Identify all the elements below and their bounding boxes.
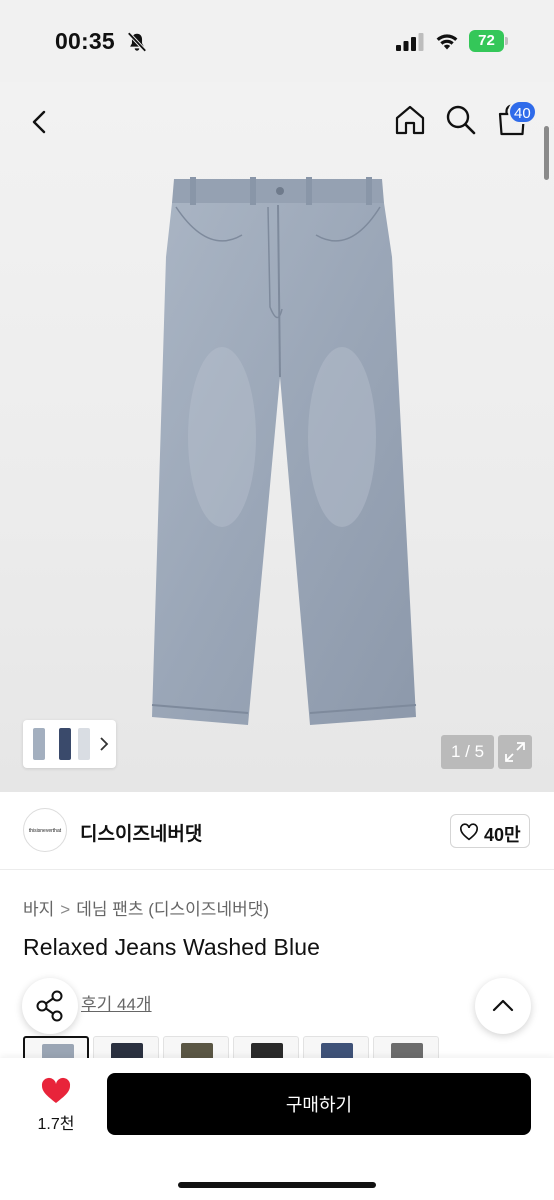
thumbnail-dark-indigo[interactable] (59, 728, 71, 760)
chevron-up-icon (492, 999, 514, 1012)
thumbnail-washed-blue[interactable] (33, 728, 45, 760)
reviews-link[interactable]: 후기 44개 (81, 990, 152, 1015)
color-swatch[interactable] (23, 1036, 89, 1058)
battery-level: 72 (469, 30, 504, 52)
breadcrumb-subcategory[interactable]: 데님 팬츠 (디스이즈네버댓) (76, 900, 269, 919)
status-bar: 00:35 72 (0, 0, 554, 82)
search-icon[interactable] (443, 102, 479, 138)
swatch-image (321, 1043, 353, 1058)
swatch-image (111, 1043, 143, 1058)
gallery-page-indicator: 1 / 5 (441, 735, 494, 769)
scroll-to-top-button[interactable] (475, 978, 531, 1034)
home-indicator[interactable] (178, 1182, 376, 1188)
wishlist-count: 1.7천 (37, 1116, 75, 1133)
scrollbar[interactable] (544, 126, 549, 180)
product-image-gallery[interactable]: 40 1 / 5 (0, 82, 554, 792)
share-button[interactable] (22, 978, 78, 1034)
breadcrumb-separator: > (60, 900, 71, 919)
cart-count-badge: 40 (508, 100, 537, 124)
signal-icon (396, 33, 424, 51)
heart-filled-icon[interactable] (41, 1077, 71, 1104)
bell-off-icon (127, 32, 147, 52)
breadcrumb-category[interactable]: 바지 (23, 900, 54, 919)
heart-outline-icon (460, 823, 478, 841)
brand-name[interactable]: 디스이즈네버댓 (80, 819, 202, 846)
battery-indicator: 72 (469, 30, 509, 52)
brand-like-count: 40만 (484, 825, 521, 845)
color-swatch-row (23, 1036, 554, 1058)
status-time: 00:35 (55, 28, 115, 54)
breadcrumb: 바지 > 데님 팬츠 (디스이즈네버댓) (23, 895, 269, 920)
gallery-thumbnail-strip[interactable] (23, 720, 116, 768)
color-swatch[interactable] (303, 1036, 369, 1058)
wifi-icon (436, 34, 458, 50)
chevron-right-icon[interactable] (97, 734, 111, 754)
swatch-image (181, 1043, 213, 1058)
bottom-action-bar: 1.7천 구매하기 (0, 1058, 554, 1200)
color-swatch[interactable] (93, 1036, 159, 1058)
color-swatch[interactable] (163, 1036, 229, 1058)
swatch-image (391, 1043, 423, 1058)
thumbnail-light[interactable] (78, 728, 90, 760)
back-icon[interactable] (22, 104, 58, 140)
product-image[interactable] (130, 177, 430, 737)
battery-nub (505, 37, 508, 45)
brand-logo[interactable]: thisisneverthat (23, 808, 67, 852)
home-icon[interactable] (392, 102, 428, 138)
swatch-image (251, 1043, 283, 1058)
color-swatch[interactable] (233, 1036, 299, 1058)
expand-icon[interactable] (498, 735, 532, 769)
brand-row[interactable]: thisisneverthat 디스이즈네버댓 40만 (0, 792, 554, 870)
buy-button[interactable]: 구매하기 (107, 1073, 531, 1135)
product-title: Relaxed Jeans Washed Blue (23, 934, 320, 960)
swatch-image (42, 1044, 74, 1058)
share-icon (36, 990, 63, 1022)
color-swatch[interactable] (373, 1036, 439, 1058)
brand-like-button[interactable]: 40만 (450, 814, 530, 848)
